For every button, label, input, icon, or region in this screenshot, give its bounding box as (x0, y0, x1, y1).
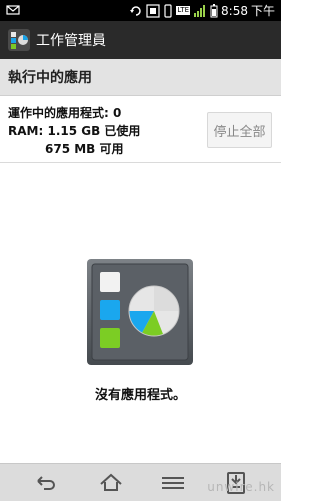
task-manager-app-icon (8, 29, 30, 51)
lte-indicator: LTE (176, 6, 191, 15)
ram-free: 675 MB 可用 (45, 142, 124, 156)
signal-icon (194, 4, 206, 17)
ram-free-line: 675 MB 可用 (45, 140, 124, 157)
home-icon[interactable] (98, 470, 124, 496)
back-icon[interactable] (32, 470, 58, 496)
app-bar: 工作管理員 (0, 21, 281, 59)
stop-all-button[interactable]: 停止全部 (207, 112, 272, 148)
empty-state: 沒有應用程式。 (0, 162, 281, 462)
section-title: 執行中的應用 (8, 70, 92, 86)
status-time: 8:58 (221, 3, 248, 18)
status-bar: LTE 8:58 下午 (0, 0, 281, 21)
section-header: 執行中的應用 (0, 59, 281, 96)
watermark: unwire.hk (207, 480, 275, 494)
notification-mail-icon (6, 5, 20, 15)
menu-icon[interactable] (160, 470, 186, 496)
running-apps-count: 0 (113, 106, 122, 120)
nfc-icon (146, 3, 160, 18)
ram-label: RAM: (8, 124, 44, 138)
app-title: 工作管理員 (36, 33, 106, 49)
ram-used: 1.15 GB 已使用 (47, 124, 141, 138)
running-apps-label: 運作中的應用程式: (8, 106, 109, 120)
task-manager-illustration (87, 259, 193, 365)
vibrate-icon (164, 3, 172, 18)
running-apps-line: 運作中的應用程式: 0 (8, 104, 121, 121)
status-ampm: 下午 (250, 4, 275, 18)
ram-used-line: RAM: 1.15 GB 已使用 (8, 122, 140, 139)
sync-icon (130, 5, 142, 16)
battery-icon (210, 3, 218, 17)
no-apps-message: 沒有應用程式。 (94, 388, 186, 403)
